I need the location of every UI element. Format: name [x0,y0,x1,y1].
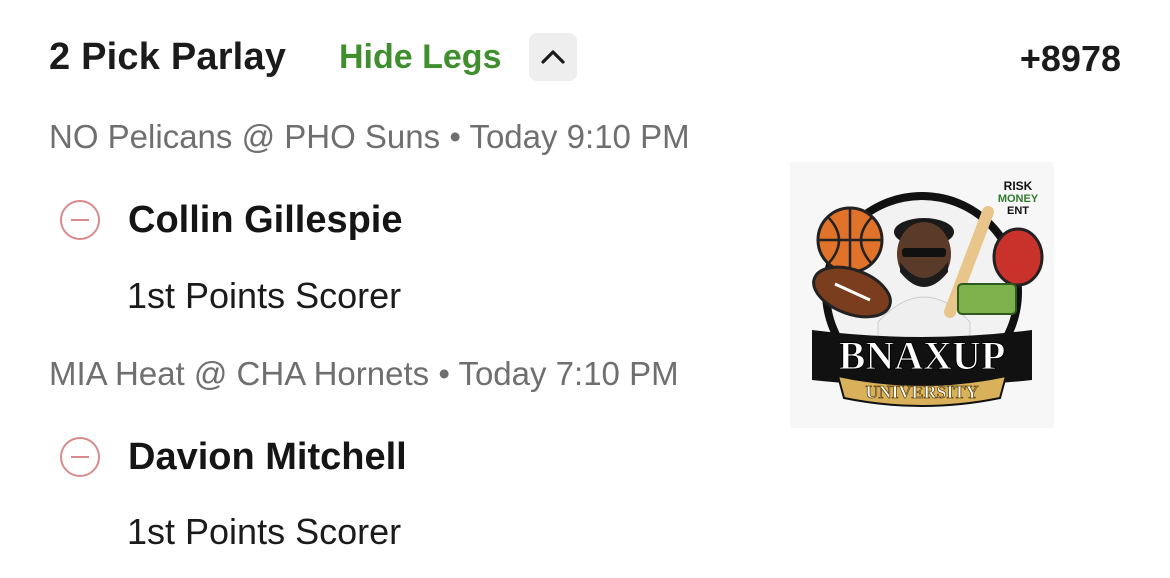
svg-text:ENT: ENT [1007,205,1029,217]
logo-name-text: BNAXUP [839,333,1006,378]
remove-leg-button[interactable] [60,200,100,240]
leg-matchup: MIA Heat @ CHA Hornets • Today 7:10 PM [49,355,679,393]
hide-legs-button[interactable]: Hide Legs [339,38,501,77]
collapse-legs-button[interactable] [529,33,577,81]
svg-text:MONEY: MONEY [998,193,1039,205]
separator-dot: • [438,355,459,392]
logo-subtitle-text: UNIVERSITY [865,382,978,402]
player-name: Davion Mitchell [128,435,407,478]
parlay-header: 2 Pick Parlay Hide Legs +8978 [49,30,1121,86]
bnaxup-logo: BNAXUP UNIVERSITY RISK MONEY ENT [790,162,1054,428]
player-name: Collin Gillespie [128,198,403,241]
leg-row: Davion Mitchell [60,433,407,481]
matchup-teams: NO Pelicans @ PHO Suns [49,118,441,155]
matchup-teams: MIA Heat @ CHA Hornets [49,355,430,392]
game-time: Today 7:10 PM [458,355,679,392]
separator-dot: • [449,118,470,155]
remove-leg-button[interactable] [60,437,100,477]
game-time: Today 9:10 PM [469,118,690,155]
minus-circle-icon [71,455,89,459]
market-label: 1st Points Scorer [127,511,402,552]
minus-circle-icon [71,218,89,222]
logo-artwork: BNAXUP UNIVERSITY RISK MONEY ENT [812,179,1044,407]
leg-matchup: NO Pelicans @ PHO Suns • Today 9:10 PM [49,118,690,156]
parlay-title: 2 Pick Parlay [49,36,287,78]
logo-tag-text: RISK [1004,179,1033,193]
chevron-up-icon [541,50,565,64]
leg-row: Collin Gillespie [60,196,403,244]
market-label: 1st Points Scorer [127,275,402,316]
parlay-odds: +8978 [1019,38,1121,79]
